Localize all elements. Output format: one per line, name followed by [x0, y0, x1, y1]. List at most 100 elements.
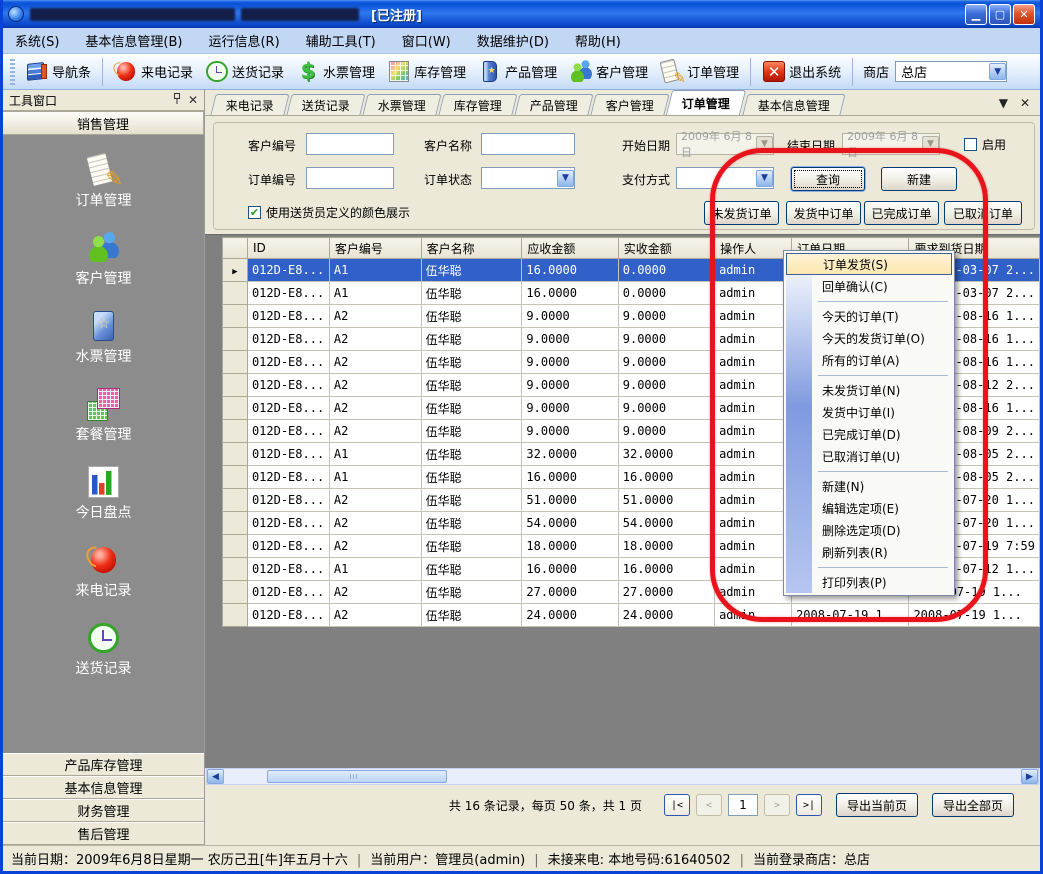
chevron-down-icon[interactable]: ▼ [989, 63, 1006, 80]
sidebar-item[interactable]: 送货记录 [76, 621, 132, 678]
row-selector-cell[interactable] [223, 328, 248, 351]
context-menu-item[interactable]: 所有的订单(A) [786, 349, 952, 371]
context-menu-item[interactable] [786, 371, 952, 379]
order-status-filter-button[interactable]: 未发货订单 [704, 201, 779, 225]
context-menu-item[interactable] [786, 297, 952, 305]
context-menu-item[interactable]: 未发货订单(N) [786, 379, 952, 401]
close-button[interactable]: ✕ [1013, 4, 1035, 25]
toolbar-button[interactable]: 退出系统 [757, 58, 846, 86]
context-menu-item[interactable]: 订单发货(S) [786, 253, 952, 275]
toolbar-button[interactable] [102, 58, 103, 86]
column-header[interactable]: 操作人 [715, 238, 792, 259]
query-button[interactable]: 查询 [791, 167, 865, 191]
tab[interactable]: 来电记录 [210, 94, 289, 115]
sidebar-item[interactable]: 水票管理 [76, 309, 132, 366]
toolbar-button[interactable]: 来电记录 [109, 58, 198, 86]
page-number-input[interactable]: 1 [728, 794, 758, 816]
context-menu-item[interactable]: 回单确认(C) [786, 275, 952, 297]
end-date-picker[interactable]: 2009年 6月 8日 ▼ [842, 133, 940, 155]
last-page-button[interactable]: >| [796, 794, 822, 816]
payment-select[interactable]: ▼ [676, 167, 774, 189]
horizontal-scrollbar[interactable]: ◀ ▶ [206, 768, 1039, 785]
row-selector-cell[interactable] [223, 420, 248, 443]
toolbar-button[interactable] [750, 58, 751, 86]
menu-item[interactable]: 帮助(H) [575, 31, 621, 50]
row-selector-cell[interactable] [223, 512, 248, 535]
context-menu-item[interactable]: 今天的发货订单(O) [786, 327, 952, 349]
row-selector-cell[interactable] [223, 535, 248, 558]
enable-checkbox[interactable]: 启用 [964, 136, 1006, 153]
tab[interactable]: 库存管理 [438, 94, 517, 115]
toolbar-button[interactable] [852, 58, 853, 86]
maximize-button[interactable]: ▢ [989, 4, 1011, 25]
tab-list-chevron-down-icon[interactable]: ▼ [999, 96, 1008, 110]
prev-page-button[interactable]: < [696, 794, 722, 816]
order-status-filter-button[interactable]: 发货中订单 [786, 201, 861, 225]
column-header[interactable]: 实收金额 [618, 238, 714, 259]
scroll-left-icon[interactable]: ◀ [207, 769, 224, 784]
order-status-filter-button[interactable]: 已取消订单 [944, 201, 1022, 225]
context-menu-item[interactable] [786, 467, 952, 475]
export-all-pages-button[interactable]: 导出全部页 [932, 793, 1014, 817]
scroll-right-icon[interactable]: ▶ [1021, 769, 1038, 784]
menu-item[interactable]: 系统(S) [15, 31, 59, 50]
order-status-filter-button[interactable]: 已完成订单 [864, 201, 939, 225]
row-selector-cell[interactable] [223, 489, 248, 512]
toolbar-button[interactable]: 订单管理 [655, 58, 744, 86]
table-row[interactable]: 012D-E8... A2 伍华聪 24.0000 24.0000 admin … [223, 604, 1040, 627]
color-checkbox[interactable]: ✔ 使用送货员定义的颜色展示 [248, 204, 410, 221]
menu-item[interactable]: 辅助工具(T) [306, 31, 376, 50]
sidebar-group-button[interactable]: 财务管理 [3, 799, 204, 822]
menu-item[interactable]: 基本信息管理(B) [85, 31, 182, 50]
tab[interactable]: 水票管理 [362, 94, 441, 115]
first-page-button[interactable]: |< [664, 794, 690, 816]
new-button[interactable]: 新建 [881, 167, 957, 191]
sidebar-group-sales[interactable]: 销售管理 [3, 111, 204, 135]
toolbar-button[interactable]: 水票管理 [291, 58, 380, 86]
menu-item[interactable]: 窗口(W) [402, 31, 451, 50]
context-menu-item[interactable]: 发货中订单(I) [786, 401, 952, 423]
row-selector-cell[interactable] [223, 259, 248, 282]
toolbar-button[interactable]: 产品管理 [473, 58, 562, 86]
tab-close-icon[interactable]: ✕ [1020, 96, 1030, 110]
start-date-picker[interactable]: 2009年 6月 8日 ▼ [676, 133, 774, 155]
context-menu-item[interactable]: 新建(N) [786, 475, 952, 497]
context-menu-item[interactable]: 已完成订单(D) [786, 423, 952, 445]
row-selector-cell[interactable] [223, 397, 248, 420]
row-selector-cell[interactable] [223, 282, 248, 305]
close-icon[interactable]: ✕ [188, 94, 198, 106]
row-selector-cell[interactable] [223, 466, 248, 489]
row-selector-cell[interactable] [223, 351, 248, 374]
sidebar-item[interactable]: 今日盘点 [76, 465, 132, 522]
menu-item[interactable]: 运行信息(R) [208, 31, 279, 50]
tab[interactable]: 订单管理 [666, 90, 746, 115]
column-header[interactable]: 客户名称 [421, 238, 522, 259]
sidebar-group-button[interactable]: 基本信息管理 [3, 776, 204, 799]
order-no-input[interactable] [306, 167, 394, 189]
context-menu-item[interactable]: 打印列表(P) [786, 571, 952, 593]
pin-icon[interactable] [172, 93, 182, 107]
context-menu-item[interactable]: 删除选定项(D) [786, 519, 952, 541]
context-menu-item[interactable]: 已取消订单(U) [786, 445, 952, 467]
next-page-button[interactable]: > [764, 794, 790, 816]
context-menu-item[interactable]: 刷新列表(R) [786, 541, 952, 563]
row-selector-cell[interactable] [223, 443, 248, 466]
column-header[interactable]: 客户编号 [329, 238, 421, 259]
chevron-down-icon[interactable]: ▼ [557, 170, 574, 187]
store-select[interactable]: 总店 ▼ [895, 61, 1007, 82]
row-selector-cell[interactable] [223, 604, 248, 627]
toolbar-button[interactable]: 导航条 [20, 58, 96, 86]
tab[interactable]: 基本信息管理 [742, 94, 845, 115]
context-menu-item[interactable]: 今天的订单(T) [786, 305, 952, 327]
scrollbar-thumb[interactable] [267, 770, 447, 783]
minimize-button[interactable]: ▁ [965, 4, 987, 25]
export-current-page-button[interactable]: 导出当前页 [836, 793, 918, 817]
customer-name-input[interactable] [481, 133, 575, 155]
row-selector-cell[interactable] [223, 374, 248, 397]
menu-item[interactable]: 数据维护(D) [477, 31, 549, 50]
customer-no-input[interactable] [306, 133, 394, 155]
sidebar-item[interactable]: 客户管理 [76, 231, 132, 288]
sidebar-item[interactable]: 来电记录 [76, 543, 132, 600]
context-menu-item[interactable] [786, 563, 952, 571]
sidebar-group-button[interactable]: 产品库存管理 [3, 753, 204, 776]
